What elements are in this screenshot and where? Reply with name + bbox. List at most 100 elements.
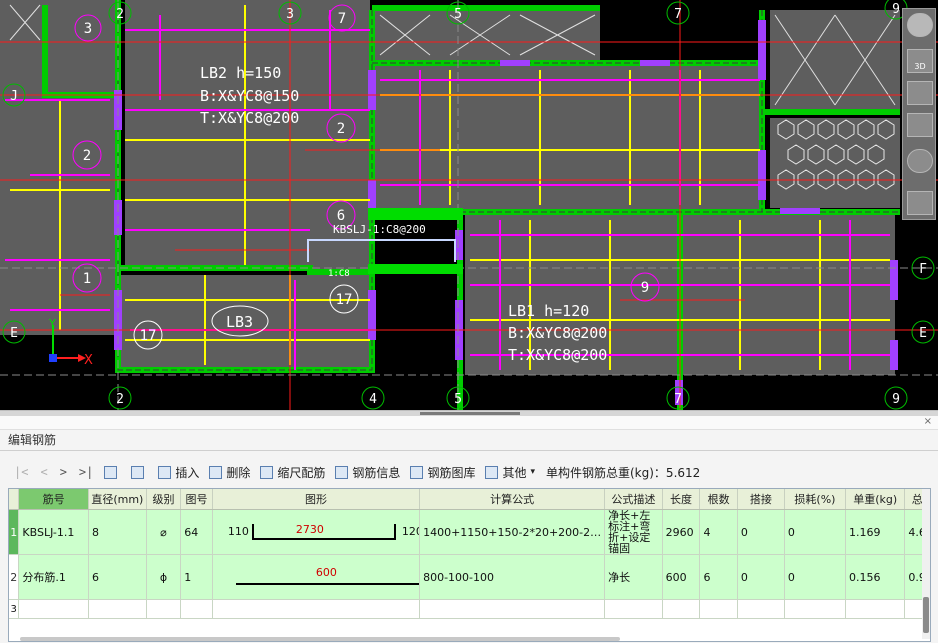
cell-formula[interactable]: 1400+1150+150-2*20+200-2…	[419, 509, 606, 555]
cell-figno[interactable]: 64	[180, 509, 213, 555]
table-row[interactable]: 2 分布筋.1 6 ϕ 1 600 800-100-100 净长 600 6 0…	[9, 554, 930, 600]
col-header-desc[interactable]: 公式描述	[604, 489, 663, 510]
grid-top-2: 5	[454, 7, 462, 22]
col-header-figno[interactable]: 图号	[180, 489, 213, 510]
prev-button[interactable]: <	[34, 461, 53, 483]
cell-empty[interactable]	[419, 599, 606, 619]
grid-bottom-4: 9	[892, 392, 900, 407]
cell-figno[interactable]: 1	[180, 554, 213, 600]
cube-top-icon[interactable]	[907, 81, 933, 105]
delete-button[interactable]: 删除	[204, 461, 255, 483]
highlight-beam-2	[368, 264, 463, 274]
cell-desc[interactable]: 净长+左标注+弯折+设定锚固	[604, 509, 663, 555]
cell-empty[interactable]	[662, 599, 701, 619]
rebar-shape: 110 2730 120	[216, 512, 419, 552]
cell-grade[interactable]: ϕ	[146, 554, 182, 600]
last-button[interactable]: >|	[73, 461, 99, 483]
move-down-button[interactable]	[126, 461, 153, 483]
lb1-line-2: T:X&YC8@200	[508, 346, 607, 364]
circ-num-1: 7	[338, 11, 346, 27]
cell-loss[interactable]: 0	[784, 509, 847, 555]
rebar-info-icon	[335, 465, 349, 479]
cell-empty[interactable]	[180, 599, 213, 619]
cell-formula[interactable]: 800-100-100	[419, 554, 606, 600]
cell-empty[interactable]	[212, 599, 421, 619]
row-number: 3	[9, 599, 20, 619]
move-up-button[interactable]	[99, 461, 126, 483]
cube-outline-icon[interactable]	[907, 113, 933, 137]
cell-count[interactable]: 4	[699, 509, 738, 555]
cell-empty[interactable]	[737, 599, 785, 619]
grid-right-1: E	[919, 326, 927, 341]
next-button[interactable]: >	[54, 461, 73, 483]
cell-unit-weight[interactable]: 0.156	[845, 554, 906, 600]
grid-bottom-3: 7	[674, 392, 682, 407]
cell-empty[interactable]	[784, 599, 847, 619]
col-header-loss[interactable]: 损耗(%)	[784, 489, 847, 510]
rebar-info-label: 钢筋信息	[352, 465, 401, 480]
col-header-name[interactable]: 筋号	[18, 489, 89, 510]
first-button[interactable]: |<	[8, 461, 34, 483]
other-dropdown[interactable]: 其他 ▾	[480, 461, 540, 483]
rebar-label: KBSLJ-1:C8@200	[333, 223, 426, 236]
col-header-shape[interactable]: 图形	[212, 489, 421, 510]
3d-box-icon[interactable]: 3D	[907, 49, 933, 73]
cell-empty[interactable]	[18, 599, 89, 619]
cad-drawing-canvas[interactable]: 2 3 5 7 9 2 4 5 7 9 J E F E 3 7 2 2 6 1 …	[0, 0, 938, 410]
table-row[interactable]: 3	[9, 599, 930, 619]
cell-count[interactable]: 6	[699, 554, 738, 600]
cell-empty[interactable]	[146, 599, 182, 619]
col-header-unit-weight[interactable]: 单重(kg)	[845, 489, 906, 510]
cell-empty[interactable]	[845, 599, 906, 619]
cell-length[interactable]: 600	[662, 554, 701, 600]
grid-right-0: F	[919, 262, 927, 277]
col-header-grade[interactable]: 级别	[146, 489, 182, 510]
cell-name[interactable]: KBSLJ-1.1	[18, 509, 89, 555]
rotate-icon[interactable]	[907, 149, 933, 173]
cell-name[interactable]: 分布筋.1	[18, 554, 89, 600]
close-icon[interactable]: ×	[924, 416, 932, 427]
chevron-down-icon: ▾	[530, 467, 535, 477]
col-header-diameter[interactable]: 直径(mm)	[88, 489, 147, 510]
move-up-icon	[104, 465, 118, 479]
cell-empty[interactable]	[699, 599, 738, 619]
cell-shape[interactable]: 110 2730 120	[212, 509, 421, 555]
cell-lap[interactable]: 0	[737, 509, 785, 555]
table-row[interactable]: 1 KBSLJ-1.1 8 ⌀ 64 110 2730 120 1400+115…	[9, 509, 930, 555]
scrollbar-thumb[interactable]	[923, 597, 929, 633]
cell-shape[interactable]: 600	[212, 554, 421, 600]
col-header-length[interactable]: 长度	[662, 489, 701, 510]
insert-button[interactable]: 插入	[153, 461, 204, 483]
circ-num-2: 2	[83, 148, 91, 164]
rebar-info-button[interactable]: 钢筋信息	[330, 461, 405, 483]
grid-bottom-1: 4	[369, 392, 377, 407]
cell-loss[interactable]: 0	[784, 554, 847, 600]
shape-straight-line	[235, 583, 419, 585]
lb1-line-0: LB1 h=120	[508, 302, 589, 320]
layers-icon[interactable]	[907, 191, 933, 215]
insert-icon	[158, 465, 172, 479]
scale-rebar-icon	[260, 465, 274, 479]
splitter-grip[interactable]	[420, 412, 520, 415]
cell-empty[interactable]	[88, 599, 147, 619]
col-header-count[interactable]: 根数	[699, 489, 738, 510]
col-header-lap[interactable]: 搭接	[737, 489, 785, 510]
vertical-scrollbar[interactable]	[922, 489, 930, 639]
cell-length[interactable]: 2960	[662, 509, 701, 555]
cell-lap[interactable]: 0	[737, 554, 785, 600]
grid-top-0: 2	[116, 7, 124, 22]
cell-diameter[interactable]: 8	[88, 509, 147, 555]
sphere-icon[interactable]	[907, 13, 933, 37]
cell-empty[interactable]	[604, 599, 663, 619]
rebar-library-button[interactable]: 钢筋图库	[405, 461, 480, 483]
cell-diameter[interactable]: 6	[88, 554, 147, 600]
cell-grade[interactable]: ⌀	[146, 509, 182, 555]
col-header-formula[interactable]: 计算公式	[419, 489, 606, 510]
cell-desc[interactable]: 净长	[604, 554, 663, 600]
circ-num-5: 1	[83, 271, 91, 287]
row-number: 1	[9, 509, 20, 555]
cell-unit-weight[interactable]: 1.169	[845, 509, 906, 555]
scale-rebar-button[interactable]: 缩尺配筋	[255, 461, 330, 483]
horizontal-scrollbar[interactable]	[20, 637, 620, 641]
circ-num-6: 17	[336, 292, 353, 308]
